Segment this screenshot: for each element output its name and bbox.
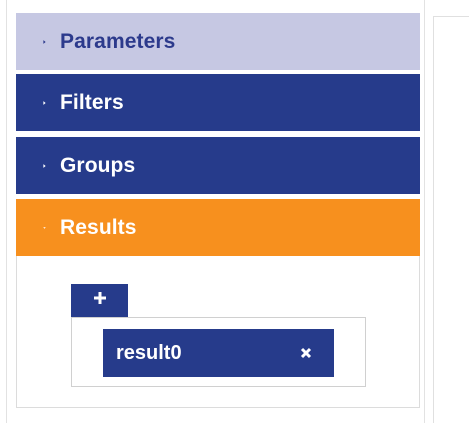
accordion-header-filters[interactable]: Filters xyxy=(16,74,420,131)
close-icon[interactable] xyxy=(300,347,312,359)
plus-icon xyxy=(93,291,107,310)
accordion-label-groups: Groups xyxy=(60,153,136,177)
caret-right-icon xyxy=(16,160,46,172)
result-item-label: result0 xyxy=(116,341,182,364)
caret-down-icon xyxy=(16,224,46,232)
accordion-label-results: Results xyxy=(60,215,137,239)
result-item[interactable]: result0 xyxy=(103,329,334,377)
accordion-header-results[interactable]: Results xyxy=(16,199,420,256)
accordion-header-parameters[interactable]: Parameters xyxy=(16,13,420,70)
add-result-button[interactable] xyxy=(71,284,128,317)
right-panel xyxy=(433,16,469,423)
caret-right-icon xyxy=(16,97,46,109)
accordion-header-groups[interactable]: Groups xyxy=(16,137,420,194)
app-root: Parameters Filters Groups Results result… xyxy=(0,0,469,423)
accordion-label-filters: Filters xyxy=(60,90,124,114)
caret-right-icon xyxy=(16,36,46,48)
accordion-label-parameters: Parameters xyxy=(60,29,176,53)
